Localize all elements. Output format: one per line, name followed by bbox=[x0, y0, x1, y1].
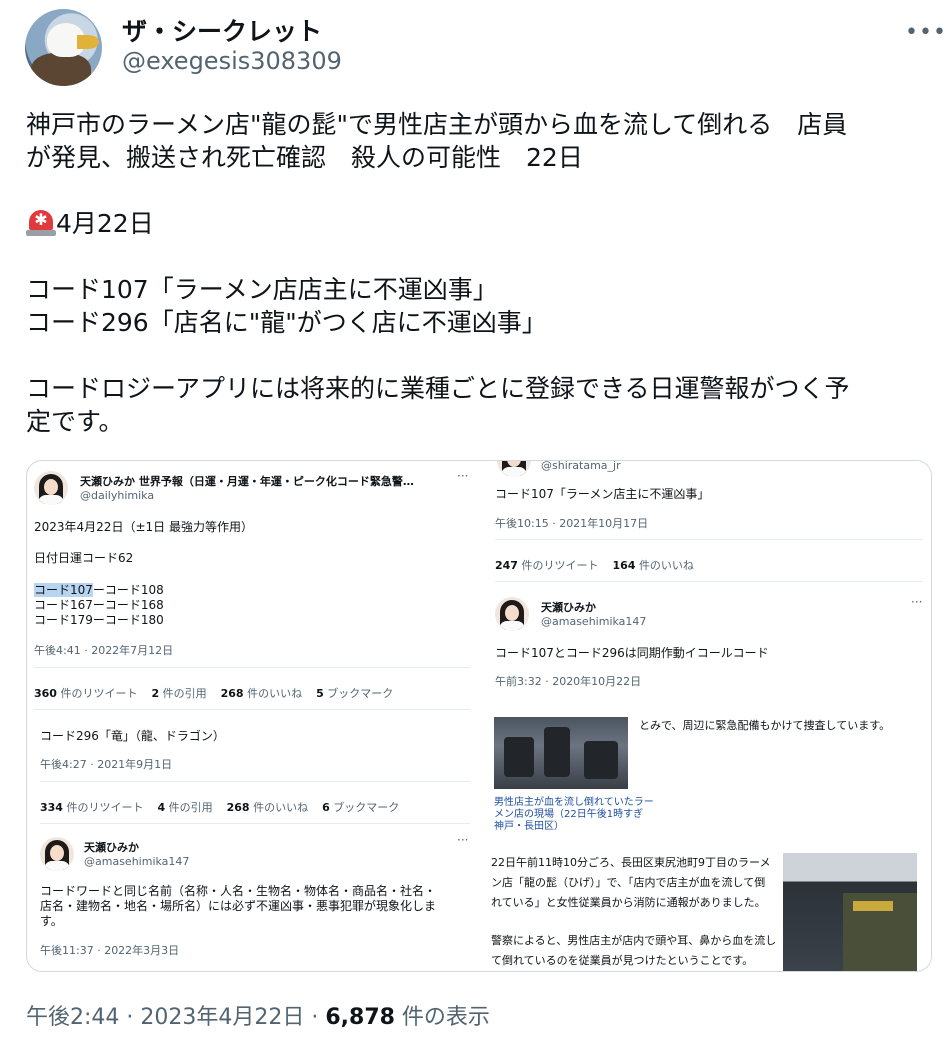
tweet-line: が発見、搬送され死亡確認 殺人の可能性 22日 bbox=[26, 143, 583, 172]
news-photo-caption: 男性店主が血を流し倒れていたラー メン店の現場（22日午後1時すぎ 神戸・長田区… bbox=[494, 797, 654, 832]
avatar bbox=[495, 597, 529, 631]
embedded-tweet-handle: @amasehimika147 bbox=[84, 855, 190, 868]
news-photo bbox=[783, 853, 917, 971]
news-photo bbox=[494, 717, 628, 789]
embedded-tweet-name: 天瀬ひみか 世界予報（日運・月運・年運・ピーク化コード緊急警… bbox=[80, 475, 414, 488]
embedded-tweet-handle: @amasehimika147 bbox=[541, 615, 647, 628]
tweet-date-line: ✱ 4月22日 bbox=[26, 207, 926, 240]
tweet-line: 神戸市のラーメン店"龍の髭"で男性店主が頭から血を流して倒れる 店員 bbox=[26, 110, 848, 139]
more-horizontal-icon: ··· bbox=[911, 595, 923, 609]
tweet-line: コードロジーアプリには将来的に業種ごとに登録できる日運警報がつく予 bbox=[26, 374, 850, 403]
avatar bbox=[40, 837, 74, 871]
embedded-tweet-text: コード296「竜」（龍、ドラゴン） bbox=[40, 729, 225, 743]
embedded-tweet-time: 午後10:15 · 2021年10月17日 bbox=[495, 517, 649, 530]
more-horizontal-icon[interactable]: ••• bbox=[905, 20, 946, 45]
tweet-media-image[interactable]: 天瀬ひみか 世界予報（日運・月運・年運・ピーク化コード緊急警… @dailyhi… bbox=[26, 460, 932, 972]
author-handle[interactable]: @exegesis308309 bbox=[122, 47, 342, 75]
avatar bbox=[34, 471, 68, 505]
author-display-name[interactable]: ザ・シークレット bbox=[122, 12, 322, 48]
news-article-text: 警察によると、男性店主が店内で頭や耳、鼻から血を流し て倒れているのを従業員が見… bbox=[491, 934, 777, 967]
embedded-tweet-time: 午後4:27 · 2021年9月1日 bbox=[40, 758, 173, 771]
embedded-tweet-stats: 360 件のリツイート 2 件の引用 268 件のいいね 5 ブックマーク bbox=[34, 687, 394, 700]
embedded-tweet-stats: 247 件のリツイート 164 件のいいね bbox=[495, 559, 694, 572]
embedded-tweet-text: コードワードと同じ名前（名称・人名・生物名・物体名・商品名・社名・ 店名・建物名… bbox=[40, 884, 437, 928]
view-count: 6,878 bbox=[325, 1005, 395, 1030]
tweet-timestamp[interactable]: 午後2:44 · 2023年4月22日 · bbox=[26, 1005, 325, 1030]
view-count-label: 件の表示 bbox=[394, 1005, 490, 1030]
embedded-tweet-stats: 334 件のリツイート 4 件の引用 268 件のいいね 6 ブックマーク bbox=[40, 801, 400, 814]
embedded-tweet-time: 午前3:32 · 2020年10月22日 bbox=[495, 675, 642, 688]
embedded-tweet-text: 2023年4月22日（±1日 最強力等作用） bbox=[34, 520, 253, 534]
embedded-tweet-text: コード179ーコード180 bbox=[34, 613, 164, 627]
more-horizontal-icon: ··· bbox=[457, 833, 469, 847]
tweet-line: コード107「ラーメン店店主に不運凶事」 bbox=[26, 275, 498, 304]
embedded-tweet-time: 午後4:41 · 2022年7月12日 bbox=[34, 644, 174, 657]
embedded-tweet-name: 天瀬ひみか bbox=[84, 841, 139, 854]
news-article-text: 22日午前11時10分ごろ、長田区東尻池町9丁目のラーメ ン店「龍の髭（ひげ）」… bbox=[491, 856, 771, 909]
news-article-text: とみで、周辺に緊急配備もかけて捜査しています。 bbox=[639, 719, 891, 732]
tweet-text: 神戸市のラーメン店"龍の髭"で男性店主が頭から血を流して倒れる 店員 が発見、搬… bbox=[26, 108, 926, 438]
embedded-tweet-handle: @shiratama_jr bbox=[541, 460, 621, 472]
siren-icon: ✱ bbox=[26, 208, 56, 236]
tweet-line: コード296「店名に"龍"がつく店に不運凶事」 bbox=[26, 308, 547, 337]
author-avatar[interactable] bbox=[25, 9, 102, 86]
embedded-tweet-name: 天瀬ひみか bbox=[541, 601, 596, 614]
embedded-tweet-text: コード107「ラーメン店主に不運凶事」 bbox=[495, 487, 710, 501]
embedded-tweet-text: コード107とコード296は同期作動イコールコード bbox=[495, 646, 769, 660]
embedded-tweet-time: 午後11:37 · 2022年3月3日 bbox=[40, 944, 180, 957]
tweet-line: 定です。 bbox=[26, 407, 124, 436]
tweet-meta: 午後2:44 · 2023年4月22日 · 6,878 件の表示 bbox=[26, 999, 490, 1031]
embedded-tweet-handle: @dailyhimika bbox=[80, 489, 155, 502]
embedded-tweet-text: 日付日運コード62 bbox=[34, 551, 134, 565]
avatar bbox=[497, 461, 531, 477]
more-horizontal-icon: ··· bbox=[457, 469, 469, 483]
